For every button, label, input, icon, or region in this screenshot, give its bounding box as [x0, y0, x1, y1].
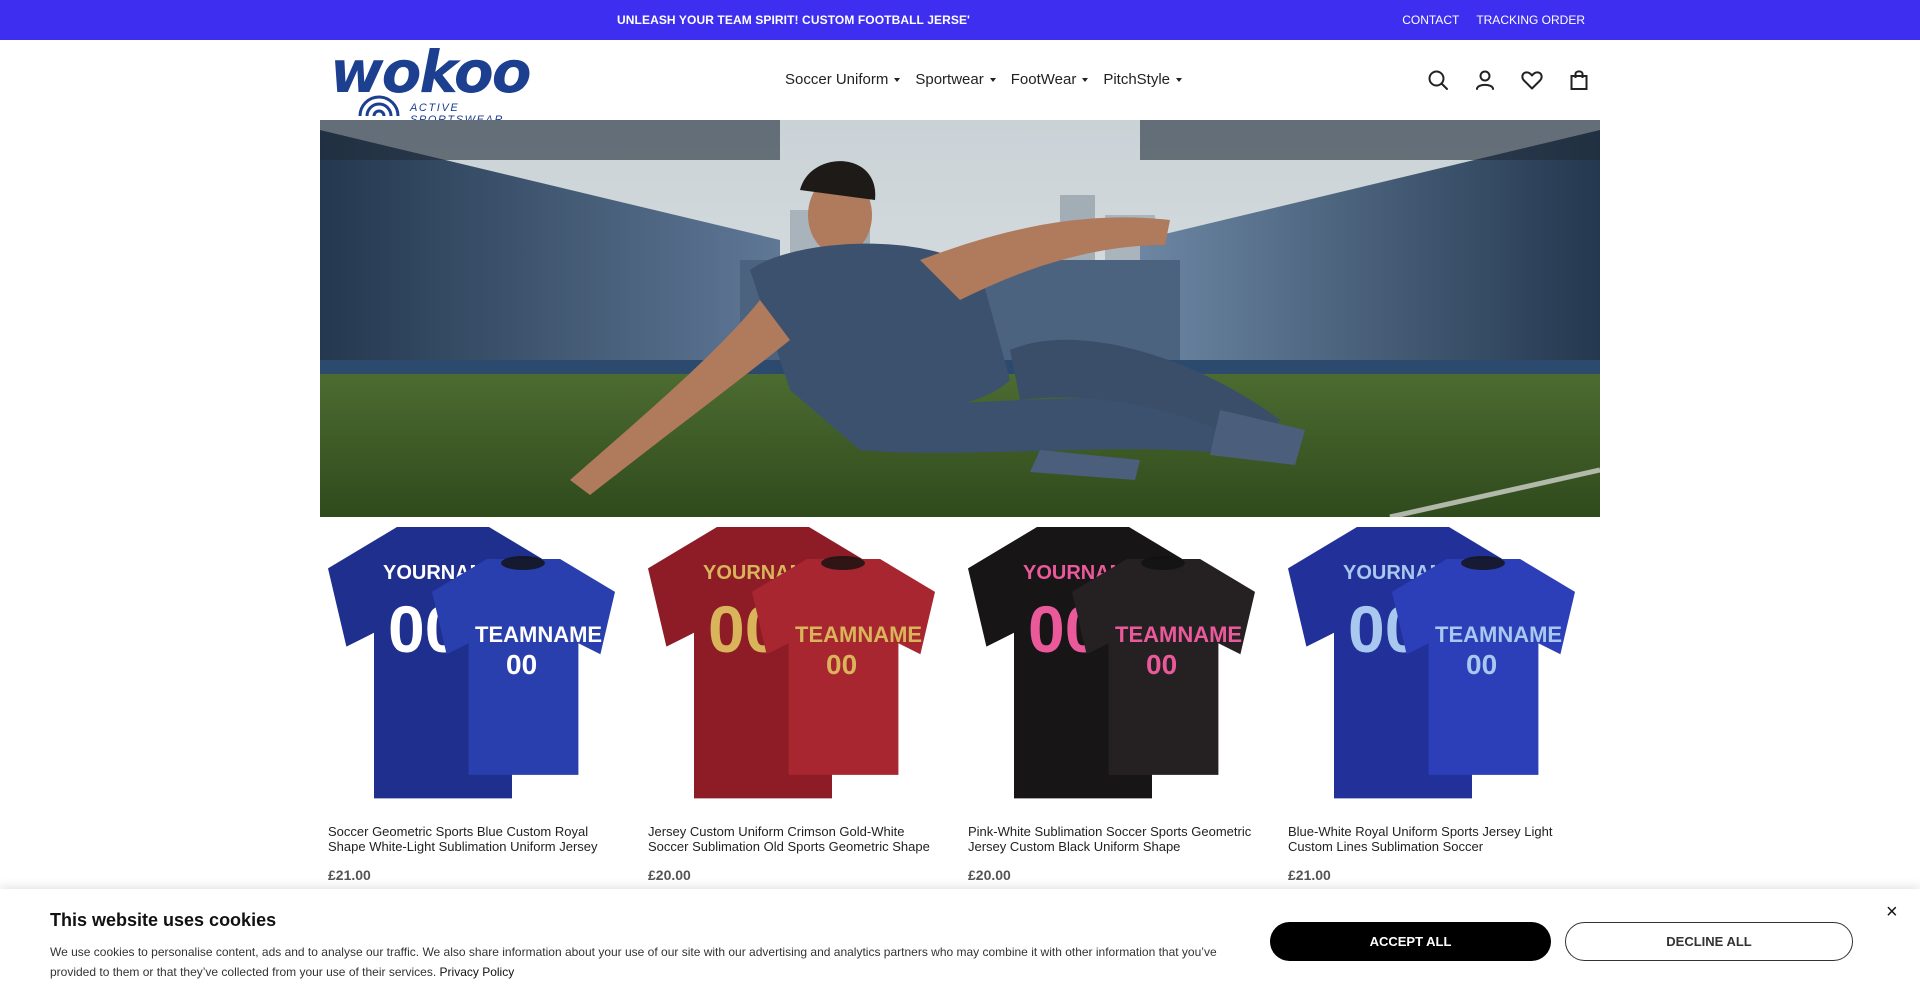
- account-icon[interactable]: [1473, 68, 1497, 92]
- hero-image: [320, 120, 1600, 517]
- tracking-order-link[interactable]: TRACKING ORDER: [1476, 13, 1585, 27]
- chevron-down-icon: [1082, 77, 1089, 82]
- privacy-policy-link[interactable]: Privacy Policy: [440, 965, 515, 979]
- announcement-bar: UNLEASH YOUR TEAM SPIRIT! CUSTOM FOOTBAL…: [0, 0, 1920, 40]
- cart-icon[interactable]: [1567, 68, 1591, 92]
- product-title[interactable]: Blue-White Royal Uniform Sports Jersey L…: [1288, 824, 1583, 854]
- product-image[interactable]: YOURNAME00 TEAMNAME00: [968, 527, 1257, 807]
- product-price: £21.00: [328, 867, 371, 883]
- cookie-description: We use cookies to personalise content, a…: [50, 942, 1230, 982]
- product-price: £20.00: [648, 867, 691, 883]
- wishlist-icon[interactable]: [1520, 68, 1544, 92]
- close-icon[interactable]: ×: [1886, 901, 1898, 924]
- jersey-front-name: TEAMNAME: [1435, 622, 1562, 647]
- chevron-down-icon: [989, 77, 996, 82]
- product-price: £20.00: [968, 867, 1011, 883]
- product-card[interactable]: YOURNAME 00 TEAMNAME 00 Jersey Custom Unifo…: [640, 527, 960, 883]
- accept-all-button[interactable]: ACCEPT ALL: [1270, 922, 1551, 961]
- nav-label: PitchStyle: [1103, 71, 1171, 88]
- product-title[interactable]: Pink-White Sublimation Soccer Sports Geo…: [968, 824, 1263, 854]
- jersey-collar: [1461, 556, 1505, 570]
- site-logo[interactable]: wokoo ACTIVE SPORTSWEAR: [330, 38, 552, 126]
- nav-sportwear[interactable]: Sportwear: [915, 71, 996, 88]
- cookie-banner: This website uses cookies We use cookies…: [0, 889, 1920, 993]
- product-image[interactable]: YOURNAME00 TEAMNAME00: [648, 527, 937, 807]
- jersey-front-number: 00: [826, 649, 857, 680]
- chevron-down-icon: [1176, 77, 1183, 82]
- decline-all-button[interactable]: DECLINE ALL: [1565, 922, 1853, 961]
- product-image[interactable]: YOURNAME00 TEAMNAME00: [328, 527, 617, 807]
- search-icon[interactable]: [1426, 68, 1450, 92]
- announcement-text: UNLEASH YOUR TEAM SPIRIT! CUSTOM FOOTBAL…: [617, 13, 971, 27]
- product-card[interactable]: YOURNAME 00 TEAMNAME 00 Soccer Geometric Sp…: [320, 527, 640, 883]
- nav-label: Soccer Uniform: [785, 71, 889, 88]
- jersey-front-number: 00: [1466, 649, 1497, 680]
- nav-soccer-uniform[interactable]: Soccer Uniform: [785, 71, 901, 88]
- chevron-down-icon: [894, 77, 901, 82]
- product-title[interactable]: Soccer Geometric Sports Blue Custom Roya…: [328, 824, 623, 854]
- jersey-collar: [1141, 556, 1185, 570]
- product-card[interactable]: YOURNAME 00 TEAMNAME 00 Pink-White Sublimat…: [960, 527, 1280, 883]
- hero-banner[interactable]: [320, 120, 1600, 517]
- nav-label: Sportwear: [915, 71, 984, 88]
- contact-link[interactable]: CONTACT: [1402, 13, 1459, 27]
- product-image[interactable]: YOURNAME00 TEAMNAME00: [1288, 527, 1577, 807]
- logo-arc-icon: [358, 95, 400, 116]
- nav-pitchstyle[interactable]: PitchStyle: [1103, 71, 1183, 88]
- announcement-links: CONTACT TRACKING ORDER: [1402, 13, 1585, 27]
- header-icons: [1426, 68, 1591, 92]
- jersey-collar: [501, 556, 545, 570]
- jersey-front-name: TEAMNAME: [795, 622, 922, 647]
- product-grid: YOURNAME 00 TEAMNAME 00 Soccer Geometric Sp…: [320, 527, 1600, 883]
- nav-label: FootWear: [1010, 71, 1077, 88]
- jersey-collar: [821, 556, 865, 570]
- main-nav: Soccer Uniform Sportwear FootWear PitchS…: [785, 71, 1183, 88]
- nav-footwear[interactable]: FootWear: [1011, 71, 1089, 88]
- jersey-front-number: 00: [506, 649, 537, 680]
- cookie-title: This website uses cookies: [50, 910, 277, 930]
- cookie-text: We use cookies to personalise content, a…: [50, 945, 1217, 979]
- product-card[interactable]: YOURNAME 00 TEAMNAME 00 Blue-White Royal Un…: [1280, 527, 1600, 883]
- site-header: wokoo ACTIVE SPORTSWEAR Soccer Uniform S…: [0, 38, 1920, 126]
- jersey-front-name: TEAMNAME: [475, 622, 602, 647]
- jersey-front-name: TEAMNAME: [1115, 622, 1242, 647]
- product-price: £21.00: [1288, 867, 1331, 883]
- jersey-front-number: 00: [1146, 649, 1177, 680]
- product-title[interactable]: Jersey Custom Uniform Crimson Gold-White…: [648, 824, 943, 854]
